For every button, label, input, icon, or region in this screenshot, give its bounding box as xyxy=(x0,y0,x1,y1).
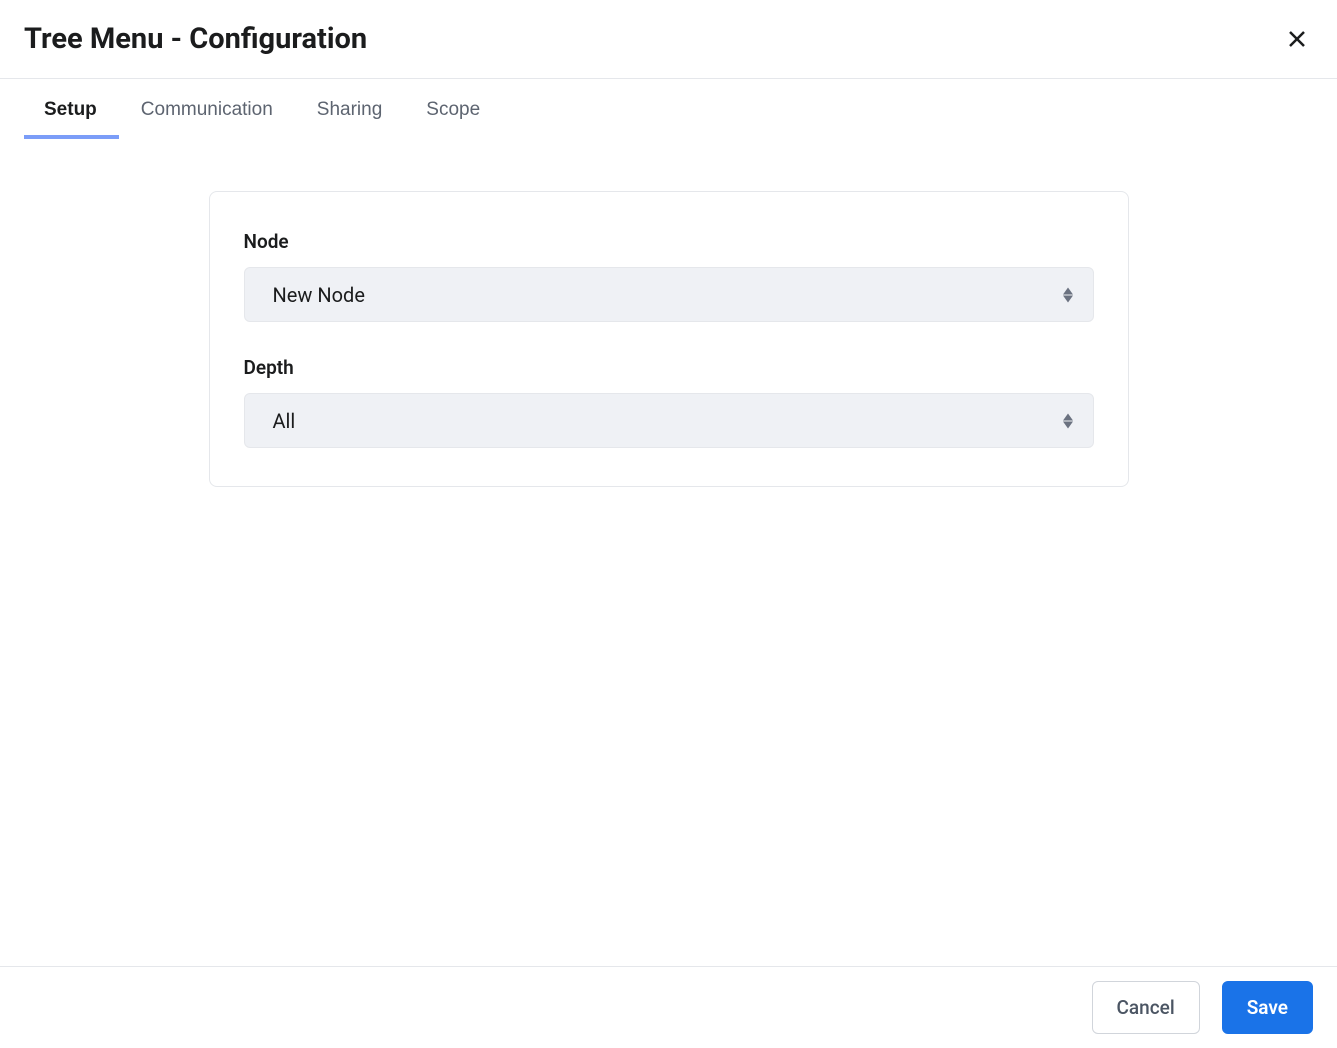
tab-scope[interactable]: Scope xyxy=(404,79,502,139)
dialog-header: Tree Menu - Configuration xyxy=(0,0,1337,79)
depth-select[interactable]: All xyxy=(244,393,1094,448)
tab-communication[interactable]: Communication xyxy=(119,79,295,139)
close-button[interactable] xyxy=(1281,23,1313,55)
node-label: Node xyxy=(244,230,1094,253)
setup-card: Node New Node Depth All xyxy=(209,191,1129,487)
tab-bar: Setup Communication Sharing Scope xyxy=(0,79,1337,139)
tab-sharing[interactable]: Sharing xyxy=(295,79,405,139)
dialog-content: Node New Node Depth All xyxy=(0,139,1337,966)
tab-setup[interactable]: Setup xyxy=(24,79,119,139)
close-icon xyxy=(1285,27,1309,51)
node-select[interactable]: New Node xyxy=(244,267,1094,322)
depth-label: Depth xyxy=(244,356,1094,379)
field-node: Node New Node xyxy=(244,230,1094,322)
save-button[interactable]: Save xyxy=(1222,981,1313,1034)
depth-select-value: All xyxy=(273,409,296,433)
field-depth: Depth All xyxy=(244,356,1094,448)
cancel-button[interactable]: Cancel xyxy=(1092,981,1200,1034)
depth-select-wrapper: All xyxy=(244,393,1094,448)
node-select-wrapper: New Node xyxy=(244,267,1094,322)
node-select-value: New Node xyxy=(273,283,365,307)
dialog-footer: Cancel Save xyxy=(0,966,1337,1048)
dialog-title: Tree Menu - Configuration xyxy=(24,22,367,56)
